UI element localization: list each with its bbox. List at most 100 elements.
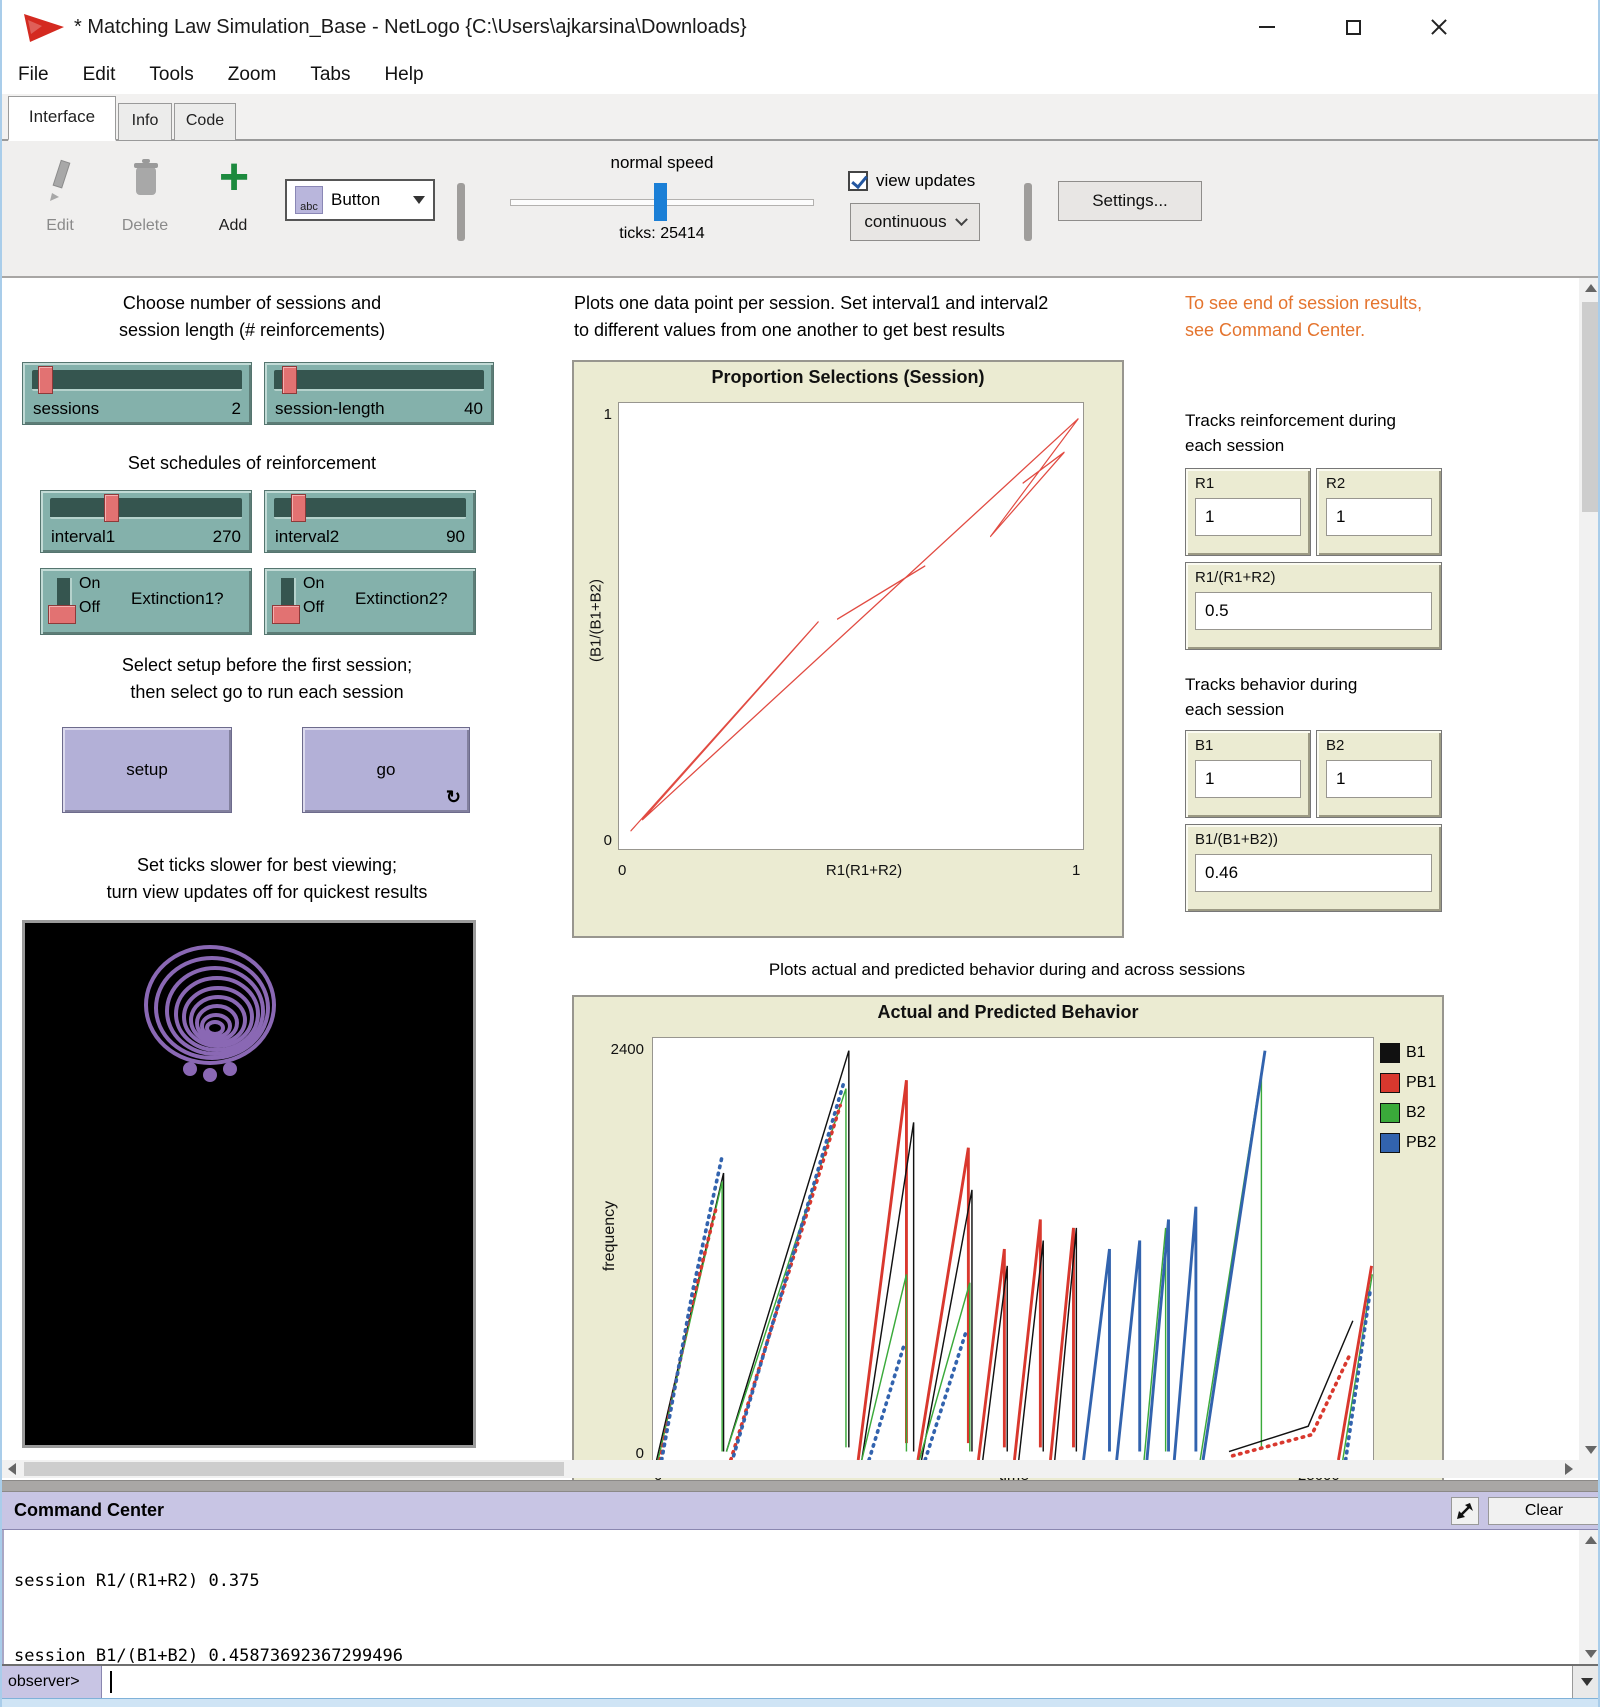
slider-track [32, 370, 242, 391]
menu-bar: File Edit Tools Zoom Tabs Help [2, 56, 1600, 94]
button-widget-icon: abc [295, 186, 323, 214]
menu-file[interactable]: File [18, 64, 49, 86]
maximize-button[interactable] [1330, 10, 1376, 44]
scroll-left-button[interactable] [2, 1460, 22, 1478]
tab-info[interactable]: Info [118, 103, 172, 141]
slider-handle[interactable] [38, 366, 53, 394]
plot-title: Actual and Predicted Behavior [574, 1002, 1442, 1023]
menu-edit[interactable]: Edit [83, 64, 116, 86]
menu-help[interactable]: Help [384, 64, 423, 86]
delete-trash-icon[interactable] [130, 157, 160, 203]
scroll-down-button[interactable] [1579, 1440, 1600, 1460]
ticks-counter: ticks: 25414 [562, 225, 762, 243]
update-mode-value: continuous [864, 212, 946, 232]
monitor-value: 0.46 [1195, 854, 1432, 892]
command-center-splitter[interactable] [2, 1480, 1600, 1492]
observer-prompt-label[interactable]: observer> [2, 1666, 102, 1698]
monitor-value: 0.5 [1195, 592, 1432, 630]
tab-interface[interactable]: Interface [8, 96, 116, 141]
slider-track [274, 370, 484, 391]
plot-title: Proportion Selections (Session) [574, 367, 1122, 388]
minimize-button[interactable] [1244, 10, 1290, 44]
switch-handle[interactable] [272, 605, 300, 624]
add-button-label[interactable]: Add [208, 217, 258, 235]
settings-button[interactable]: Settings... [1058, 181, 1202, 221]
view-updates-checkbox[interactable] [848, 171, 868, 191]
menu-tabs[interactable]: Tabs [310, 64, 350, 86]
delete-button-label[interactable]: Delete [112, 217, 178, 235]
clear-button[interactable]: Clear [1488, 1497, 1600, 1525]
main-vertical-scrollbar[interactable] [1579, 278, 1600, 1460]
setup-button-label: setup [126, 760, 168, 780]
expand-command-center-button[interactable] [1451, 1497, 1479, 1525]
window-bottom-border [2, 1698, 1600, 1707]
x-tick-min: 0 [618, 862, 626, 879]
scroll-up-button[interactable] [1579, 278, 1600, 298]
switch-on-label: On [303, 575, 324, 593]
command-center-output[interactable]: session R1/(R1+R2) 0.375 session B1/(B1+… [2, 1530, 1579, 1664]
monitor-label: B2 [1326, 737, 1344, 754]
slider-handle[interactable] [291, 494, 306, 522]
scroll-up-button[interactable] [1579, 1530, 1600, 1550]
menu-zoom[interactable]: Zoom [228, 64, 277, 86]
scroll-right-button[interactable] [1559, 1460, 1579, 1478]
widget-type-dropdown[interactable]: abc Button [285, 179, 435, 221]
monitor-value: 1 [1326, 760, 1432, 798]
slider-name: sessions [33, 399, 99, 419]
update-mode-dropdown[interactable]: continuous [850, 203, 980, 241]
add-plus-icon[interactable]: + [212, 147, 256, 207]
switch-extinction2[interactable]: On Off Extinction2? [264, 568, 476, 635]
main-horizontal-scrollbar[interactable] [2, 1460, 1579, 1478]
edit-pencil-icon[interactable] [44, 157, 74, 203]
speed-slider-handle[interactable] [654, 183, 667, 221]
menu-tools[interactable]: Tools [149, 64, 193, 86]
legend-item-b2: B2 [1380, 1103, 1426, 1123]
note-plot2: Plots actual and predicted behavior duri… [662, 956, 1352, 983]
slider-handle[interactable] [282, 366, 297, 394]
slider-value: 40 [464, 399, 483, 419]
command-input[interactable] [104, 1666, 1572, 1698]
history-dropdown-button[interactable] [1572, 1666, 1600, 1698]
legend-label: B2 [1406, 1104, 1426, 1122]
switch-name: Extinction2? [355, 589, 448, 609]
go-button[interactable]: go ↻ [302, 727, 470, 813]
monitor-r2: R2 1 [1316, 468, 1442, 556]
speed-slider-label: normal speed [562, 153, 762, 173]
slider-session-length[interactable]: session-length 40 [264, 362, 494, 425]
go-button-label: go [377, 760, 396, 780]
monitor-r1: R1 1 [1185, 468, 1311, 556]
scrollbar-thumb[interactable] [1582, 302, 1599, 512]
tab-bar: Interface Info Code [2, 94, 1600, 141]
legend-item-pb2: PB2 [1380, 1133, 1436, 1153]
scroll-down-button[interactable] [1579, 1644, 1600, 1664]
switch-handle[interactable] [48, 605, 76, 624]
tab-code[interactable]: Code [174, 103, 236, 141]
slider-interval2[interactable]: interval290 [264, 490, 476, 553]
slider-value: 2 [232, 399, 241, 419]
command-center-scrollbar[interactable] [1579, 1530, 1600, 1664]
switch-name: Extinction1? [131, 589, 224, 609]
legend-item-pb1: PB1 [1380, 1073, 1436, 1093]
interface-toolbar: Edit Delete + Add abc Button normal spee… [2, 141, 1600, 278]
legend-label: PB1 [1406, 1074, 1436, 1092]
setup-button[interactable]: setup [62, 727, 232, 813]
widget-type-value: Button [331, 190, 405, 210]
netlogo-window: * Matching Law Simulation_Base - NetLogo… [0, 0, 1600, 1707]
dropdown-arrow-icon [1581, 1678, 1593, 1686]
forever-icon: ↻ [446, 787, 461, 808]
scrollbar-thumb[interactable] [24, 1462, 564, 1476]
slider-interval1[interactable]: interval1270 [40, 490, 252, 553]
slider-sessions[interactable]: sessions 2 [22, 362, 252, 425]
edit-button-label[interactable]: Edit [32, 217, 88, 235]
switch-off-label: Off [303, 599, 324, 617]
note-tracks-behavior: Tracks behavior during each session [1185, 672, 1465, 722]
slider-name: session-length [275, 399, 385, 419]
world-view[interactable] [22, 920, 476, 1448]
behavior-plot: Actual and Predicted Behavior 2400 0 fre… [572, 995, 1444, 1492]
output-line: session R1/(R1+R2) 0.375 [14, 1569, 1579, 1594]
toolbar-separator-2 [1024, 183, 1032, 241]
slider-handle[interactable] [104, 494, 119, 522]
close-button[interactable] [1416, 10, 1462, 44]
slider-track [50, 498, 242, 519]
switch-extinction1[interactable]: On Off Extinction1? [40, 568, 252, 635]
